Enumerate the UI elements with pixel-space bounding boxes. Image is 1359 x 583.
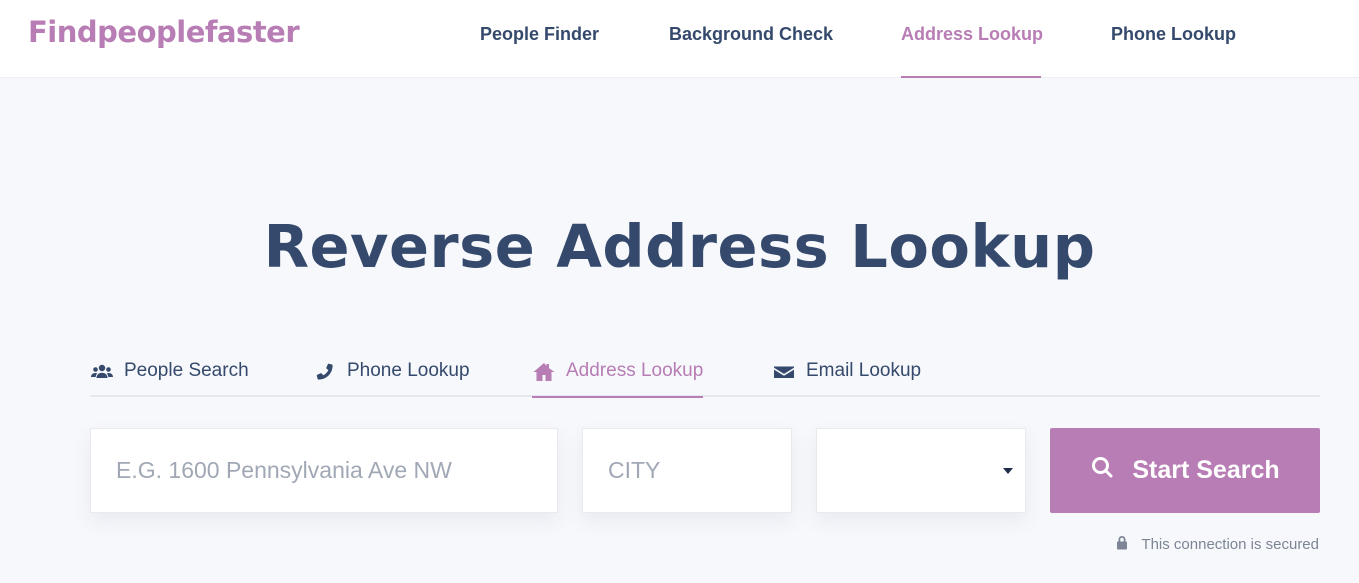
site-logo[interactable]: Findpeoplefaster — [28, 15, 300, 49]
page-title: Reverse Address Lookup — [263, 212, 1096, 281]
tabs-divider — [90, 395, 1320, 397]
start-search-button[interactable]: Start Search — [1050, 428, 1320, 513]
tab-email-lookup[interactable]: Email Lookup — [772, 360, 921, 398]
address-input[interactable] — [91, 429, 557, 512]
start-search-label: Start Search — [1132, 456, 1280, 484]
nav-background-check[interactable]: Background Check — [669, 24, 833, 78]
city-input[interactable] — [583, 429, 791, 512]
site-header: Findpeoplefaster People Finder Backgroun… — [0, 0, 1359, 78]
nav-address-lookup[interactable]: Address Lookup — [901, 24, 1043, 78]
address-field — [90, 428, 558, 513]
caret-down-icon — [1003, 468, 1013, 474]
city-field — [582, 428, 792, 513]
state-select[interactable] — [816, 428, 1026, 513]
phone-icon — [313, 360, 337, 384]
envelope-icon — [772, 360, 796, 384]
secure-connection-note: This connection is secured — [1115, 535, 1319, 554]
tab-label: Email Lookup — [806, 360, 922, 381]
tab-people-search[interactable]: People Search — [90, 360, 249, 398]
lock-icon — [1115, 535, 1129, 554]
nav-people-finder[interactable]: People Finder — [480, 24, 599, 78]
tab-label: Phone Lookup — [347, 360, 470, 381]
tab-address-lookup[interactable]: Address Lookup — [532, 360, 703, 398]
tab-label: Address Lookup — [566, 360, 704, 381]
nav-phone-lookup[interactable]: Phone Lookup — [1111, 24, 1236, 78]
search-icon — [1090, 455, 1114, 486]
users-icon — [90, 360, 114, 384]
tab-label: People Search — [124, 360, 249, 381]
tab-phone-lookup[interactable]: Phone Lookup — [313, 360, 470, 398]
home-icon — [532, 360, 556, 384]
secure-note-text: This connection is secured — [1141, 536, 1319, 553]
